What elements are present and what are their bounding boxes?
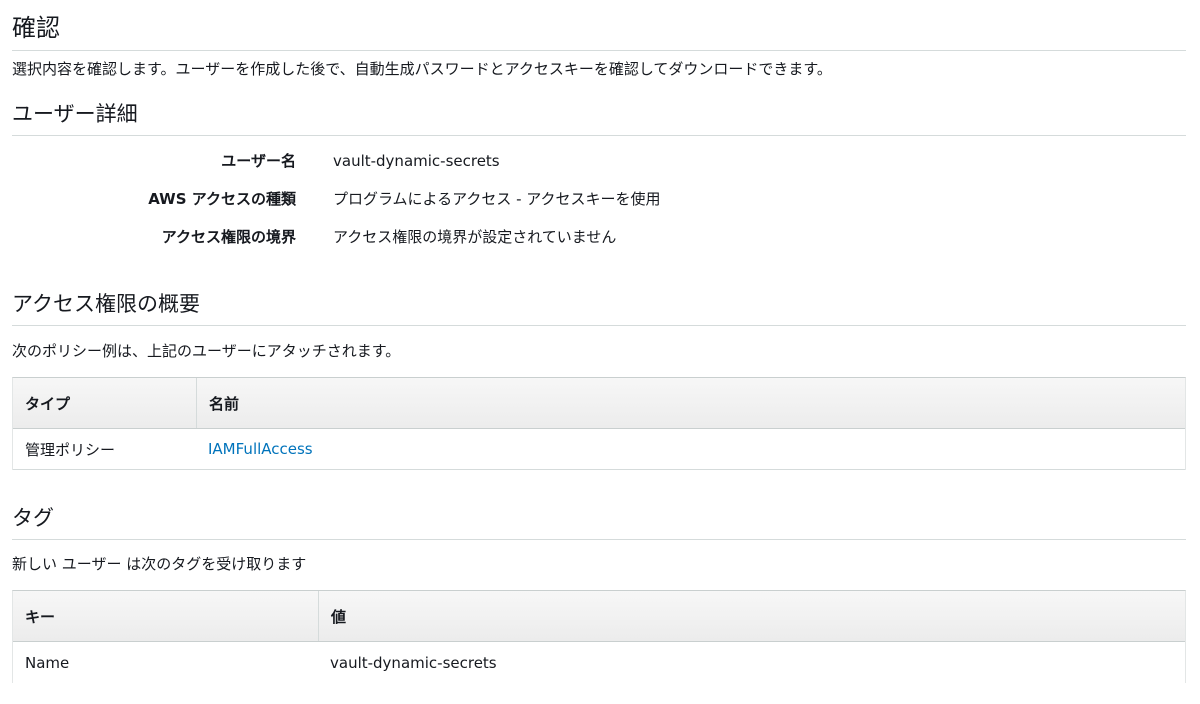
detail-label-username: ユーザー名 bbox=[221, 152, 296, 170]
policy-name-cell: IAMFullAccess bbox=[196, 429, 1185, 469]
user-details-divider bbox=[12, 135, 1186, 136]
column-header-name: 名前 bbox=[196, 378, 1185, 428]
review-page: 確認 選択内容を確認します。ユーザーを作成した後で、自動生成パスワードとアクセス… bbox=[0, 0, 1200, 704]
table-header: タイプ 名前 bbox=[13, 378, 1185, 429]
permissions-summary-divider bbox=[12, 325, 1186, 326]
table-row: 管理ポリシー IAMFullAccess bbox=[13, 429, 1185, 470]
policy-name-link[interactable]: IAMFullAccess bbox=[208, 440, 313, 458]
tags-heading: タグ bbox=[12, 506, 54, 530]
page-title: 確認 bbox=[12, 14, 60, 42]
detail-label-access-type: AWS アクセスの種類 bbox=[148, 190, 296, 208]
table-header: キー 値 bbox=[13, 591, 1185, 642]
table-row: Name vault-dynamic-secrets bbox=[13, 642, 1185, 683]
tag-value-cell: vault-dynamic-secrets bbox=[330, 653, 497, 672]
user-details-heading: ユーザー詳細 bbox=[12, 102, 138, 126]
permissions-table: タイプ 名前 管理ポリシー IAMFullAccess bbox=[12, 377, 1186, 470]
tag-key-cell: Name bbox=[25, 653, 70, 672]
detail-value-permissions-boundary: アクセス権限の境界が設定されていません bbox=[333, 228, 617, 246]
tags-description: 新しい ユーザー は次のタグを受け取ります bbox=[12, 555, 307, 573]
permissions-summary-heading: アクセス権限の概要 bbox=[12, 292, 200, 316]
detail-value-access-type: プログラムによるアクセス - アクセスキーを使用 bbox=[333, 190, 661, 208]
title-divider bbox=[12, 50, 1186, 51]
column-header-type: タイプ bbox=[25, 394, 71, 413]
page-intro: 選択内容を確認します。ユーザーを作成した後で、自動生成パスワードとアクセスキーを… bbox=[12, 60, 832, 78]
permissions-summary-description: 次のポリシー例は、上記のユーザーにアタッチされます。 bbox=[12, 342, 401, 360]
policy-type-cell: 管理ポリシー bbox=[25, 440, 116, 459]
detail-value-username: vault-dynamic-secrets bbox=[333, 152, 500, 170]
tags-table: キー 値 Name vault-dynamic-secrets bbox=[12, 590, 1186, 683]
column-header-key: キー bbox=[25, 607, 56, 626]
detail-label-permissions-boundary: アクセス権限の境界 bbox=[161, 228, 296, 246]
column-header-value: 値 bbox=[318, 591, 1185, 641]
tags-divider bbox=[12, 539, 1186, 540]
